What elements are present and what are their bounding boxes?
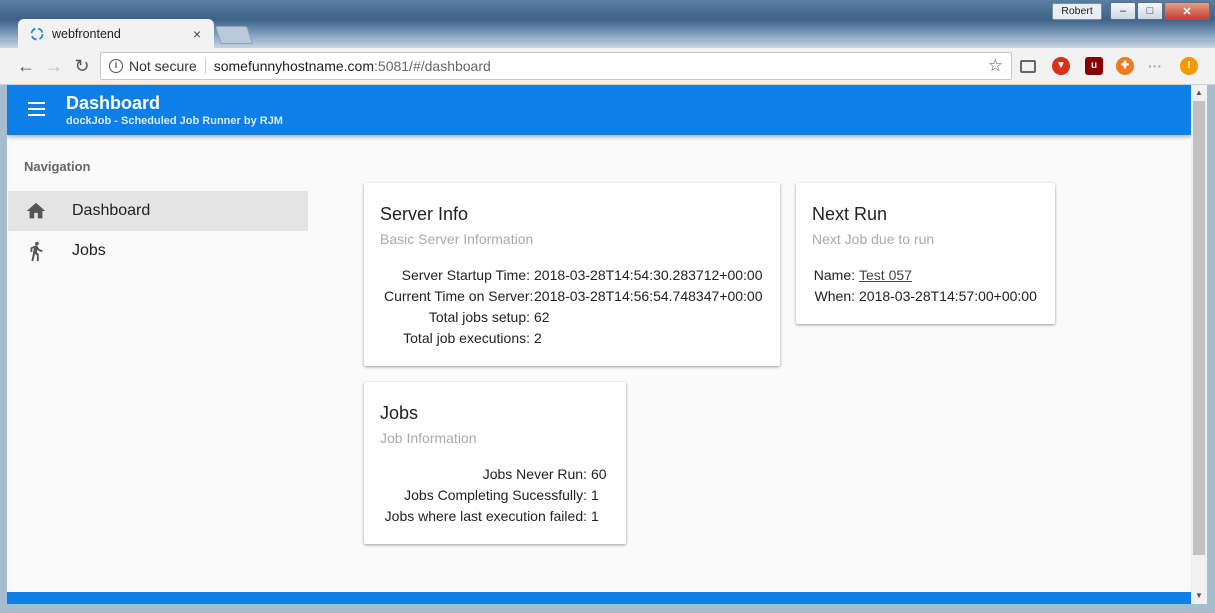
window-titlebar: webfrontend × Robert – □ ✕ (0, 0, 1215, 49)
forward-button[interactable]: → (44, 56, 64, 76)
field-label: Current Time on Server: (384, 288, 534, 304)
field-label: Name: (813, 267, 855, 283)
next-run-list: Name: Test 057 When: 2018-03-28T14:57:00… (812, 265, 1037, 307)
page-viewport: Dashboard dockJob - Scheduled Job Runner… (7, 85, 1191, 604)
reload-button[interactable]: ↻ (72, 56, 92, 76)
ublock-shield-icon[interactable]: u (1085, 57, 1103, 75)
field-label: Total job executions: (403, 330, 530, 346)
jobs-card: Jobs Job Information Jobs Never Run: 60 … (364, 382, 626, 544)
field-label: Server Startup Time: (401, 267, 530, 283)
field-value: 1 (591, 487, 599, 503)
card-title: Jobs (380, 403, 419, 423)
scroll-up-icon[interactable]: ▲ (1191, 85, 1207, 101)
nav-item-label: Jobs (72, 242, 106, 259)
card-subtitle: Basic Server Information (380, 231, 534, 247)
page-scrollbar[interactable]: ▲ ▼ (1191, 85, 1207, 604)
profile-badge[interactable]: Robert (1052, 3, 1102, 20)
app-favicon-icon (30, 27, 44, 41)
list-item: Total jobs setup: 62 (384, 307, 762, 328)
next-run-card: Next Run Next Job due to run Name: Test … (796, 183, 1055, 324)
browser-tab[interactable]: webfrontend × (18, 19, 214, 49)
list-item: Jobs Never Run: 60 (384, 464, 607, 485)
nav-item-jobs[interactable]: Jobs (8, 231, 308, 271)
window-frame-bottom (0, 604, 1215, 613)
list-item: When: 2018-03-28T14:57:00+00:00 (812, 286, 1037, 307)
maximize-button[interactable]: □ (1137, 2, 1163, 20)
back-button[interactable]: ← (16, 56, 36, 76)
home-icon (26, 202, 46, 219)
list-item: Jobs Completing Sucessfully: 1 (384, 485, 607, 506)
field-label: Jobs where last execution failed: (384, 508, 587, 524)
page-title: Dashboard (66, 93, 161, 113)
bookmark-star-icon[interactable]: ☆ (988, 56, 1003, 76)
list-item: Name: Test 057 (812, 265, 1037, 286)
server-info-card: Server Info Basic Server Information Ser… (364, 183, 780, 366)
field-label: When: (814, 288, 855, 304)
server-info-list: Server Startup Time: 2018-03-28T14:54:30… (384, 265, 762, 349)
nav-item-label: Dashboard (72, 202, 151, 219)
field-label: Total jobs setup: (428, 309, 530, 325)
scroll-thumb[interactable] (1193, 101, 1205, 555)
card-title: Server Info (380, 204, 469, 224)
list-item: Total job executions: 2 (384, 328, 762, 349)
cast-icon[interactable] (1020, 60, 1036, 73)
close-window-button[interactable]: ✕ (1164, 2, 1210, 20)
new-tab-button[interactable] (215, 26, 253, 44)
footer-bar (7, 592, 1191, 604)
card-subtitle: Next Job due to run (812, 231, 935, 247)
chrome-alert-icon[interactable]: ! (1180, 57, 1198, 75)
next-job-link[interactable]: Test 057 (855, 265, 912, 286)
field-label: Jobs Completing Sucessfully: (404, 487, 587, 503)
field-value: 2018-03-28T14:56:54.748347+00:00 (534, 288, 763, 304)
app-bar: Dashboard dockJob - Scheduled Job Runner… (7, 85, 1191, 135)
extension-orange-icon[interactable]: ✚ (1116, 57, 1134, 75)
hamburger-menu-icon[interactable] (28, 102, 45, 116)
card-title: Next Run (812, 204, 888, 224)
navigation-heading: Navigation (24, 159, 91, 174)
field-label: Jobs Never Run: (482, 466, 587, 482)
list-item: Server Startup Time: 2018-03-28T14:54:30… (384, 265, 763, 286)
url-host: somefunnyhostname.com (213, 58, 375, 74)
app-subtitle: dockJob - Scheduled Job Runner by RJM (66, 115, 283, 127)
info-icon[interactable]: i (109, 59, 123, 73)
field-value: 62 (534, 309, 550, 325)
url-path: :5081/#/dashboard (374, 58, 491, 74)
field-value: 2 (534, 330, 542, 346)
runner-icon (30, 241, 43, 262)
list-item: Current Time on Server: 2018-03-28T14:56… (384, 286, 762, 307)
tab-close-icon[interactable]: × (190, 26, 204, 42)
nav-item-dashboard[interactable]: Dashboard (8, 191, 308, 231)
scroll-down-icon[interactable]: ▼ (1191, 588, 1207, 604)
tab-title: webfrontend (52, 27, 121, 41)
browser-toolbar: ← → ↻ i Not secure somefunnyhostname.com… (0, 48, 1215, 85)
card-subtitle: Job Information (380, 430, 477, 446)
security-indicator[interactable]: Not secure (129, 58, 206, 74)
window-frame-left (0, 85, 7, 613)
list-item: Jobs where last execution failed: 1 (384, 506, 607, 527)
extension-dots-icon[interactable]: ··· (1146, 57, 1164, 75)
jobs-list: Jobs Never Run: 60 Jobs Completing Suces… (384, 464, 607, 527)
extension-red-icon[interactable]: ▼ (1052, 57, 1070, 75)
field-value: 2018-03-28T14:57:00+00:00 (859, 288, 1037, 304)
window-frame-right (1207, 85, 1215, 613)
field-value: 60 (591, 466, 607, 482)
field-value: 2018-03-28T14:54:30.283712+00:00 (534, 267, 763, 283)
field-value: 1 (591, 508, 599, 524)
minimize-button[interactable]: – (1110, 2, 1136, 20)
address-bar[interactable]: i Not secure somefunnyhostname.com:5081/… (100, 52, 1012, 80)
